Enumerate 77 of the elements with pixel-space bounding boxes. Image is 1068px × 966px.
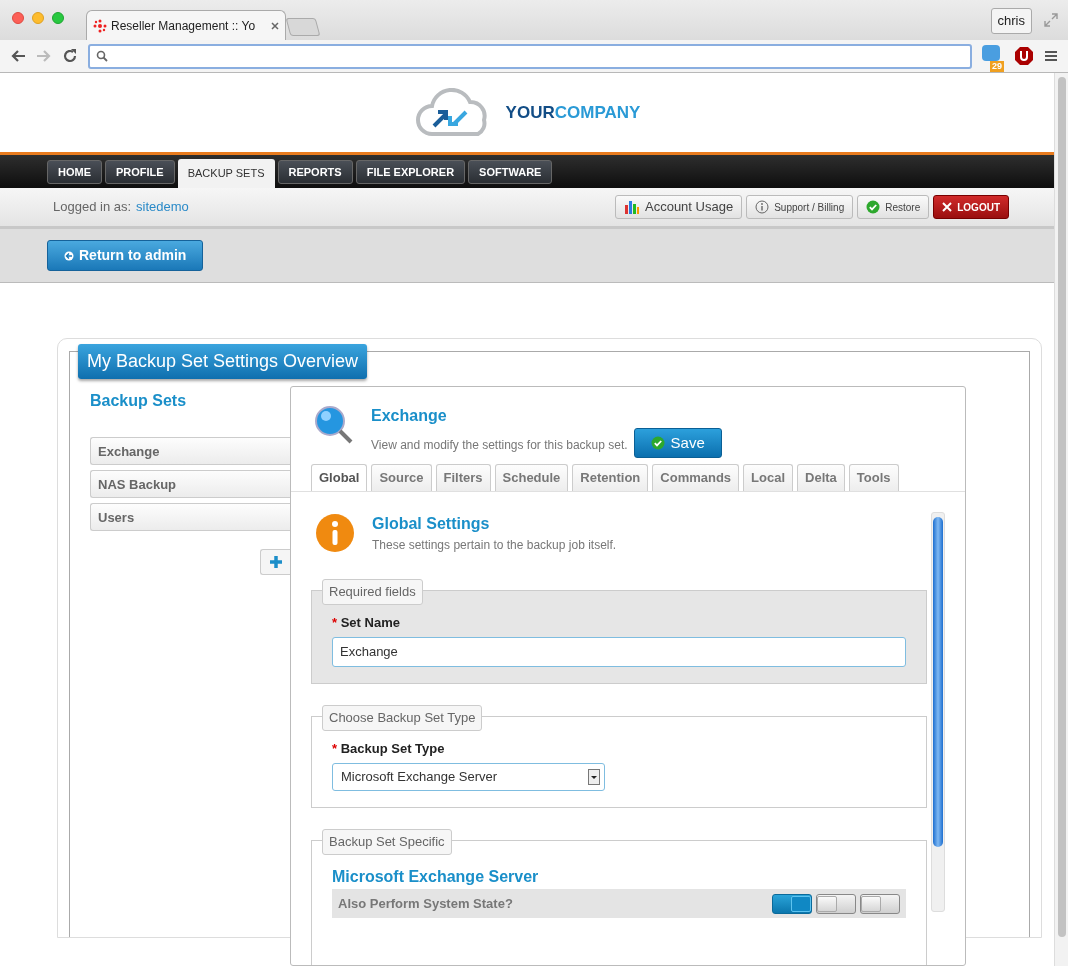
info-icon	[314, 512, 356, 554]
settings-tab[interactable]: Schedule	[494, 464, 569, 491]
magnifier-icon	[313, 404, 355, 446]
dots-logo-icon	[93, 18, 107, 33]
close-window-button[interactable]	[12, 12, 24, 24]
fieldset-legend: Backup Set Specific	[322, 829, 452, 855]
backup-set-item[interactable]: Users	[90, 503, 290, 531]
toolbar-button[interactable]: LOGOUT	[933, 195, 1009, 219]
settings-tab[interactable]: Tools	[848, 464, 899, 491]
fullscreen-icon[interactable]	[1044, 13, 1058, 27]
nav-tab[interactable]: SOFTWARE	[468, 160, 553, 184]
fieldset-legend: Choose Backup Set Type	[322, 705, 483, 731]
backup-sets-heading: Backup Sets	[90, 391, 188, 411]
field-label: * Set Name	[332, 614, 401, 632]
logged-in-label: Logged in as:	[53, 198, 132, 217]
toggle-switch[interactable]	[860, 893, 900, 914]
minimize-window-button[interactable]	[32, 12, 44, 24]
tab-title: Reseller Management :: Yo	[111, 17, 257, 35]
settings-tab[interactable]: Local	[743, 464, 794, 491]
settings-tab[interactable]: Commands	[652, 464, 740, 491]
toggle-switch[interactable]	[816, 893, 856, 914]
toolbar-button[interactable]: Restore	[857, 195, 930, 219]
settings-tab[interactable]: Source	[371, 464, 432, 491]
company-logo-text: YOURCOMPANY	[505, 101, 641, 124]
toolbar-button[interactable]: Support / Billing	[746, 195, 854, 219]
nav-tab[interactable]: PROFILE	[105, 160, 175, 184]
backup-type-dropdown[interactable]: Microsoft Exchange Server	[332, 762, 605, 791]
nav-tab[interactable]: FILE EXPLORER	[355, 160, 466, 184]
panel-title: Exchange	[371, 406, 448, 426]
maximize-window-button[interactable]	[52, 12, 64, 24]
bar-chart-icon	[624, 199, 640, 215]
nav-tab[interactable]: BACKUP SETS	[177, 159, 275, 188]
reload-icon[interactable]	[62, 48, 78, 64]
menu-icon[interactable]	[1044, 49, 1058, 63]
back-icon[interactable]	[10, 49, 26, 63]
close-icon	[942, 202, 953, 212]
check-icon	[650, 436, 665, 450]
page-scrollbar[interactable]	[1054, 73, 1068, 966]
scrollbar-track[interactable]	[931, 512, 945, 912]
settings-tab[interactable]: Global	[311, 464, 368, 491]
scrollbar-thumb[interactable]	[933, 517, 943, 847]
address-bar[interactable]	[88, 43, 972, 69]
profile-button[interactable]: chris	[990, 8, 1032, 34]
overview-title: My Backup Set Settings Overview	[78, 344, 368, 379]
settings-tab[interactable]: Retention	[572, 464, 649, 491]
back-arrow-icon	[64, 250, 74, 261]
section-title: Global Settings	[372, 514, 491, 534]
plus-icon	[268, 555, 283, 569]
page-scrollbar-thumb[interactable]	[1057, 77, 1066, 937]
settings-tab[interactable]: Delta	[797, 464, 845, 491]
extension-icon[interactable]	[982, 45, 1000, 61]
toggle-switch[interactable]	[772, 893, 812, 914]
browser-tab[interactable]: Reseller Management :: Yo	[86, 10, 286, 40]
option-label: Also Perform System State?	[338, 894, 514, 913]
dropdown-caret-icon	[588, 768, 600, 785]
fieldset-legend: Required fields	[322, 579, 423, 605]
search-icon	[96, 50, 108, 62]
info-icon	[755, 200, 770, 214]
return-to-admin-button[interactable]: Return to admin	[47, 240, 204, 271]
backup-set-item[interactable]: Exchange	[90, 437, 290, 465]
check-icon	[866, 200, 881, 214]
toolbar-button[interactable]: Account Usage	[615, 195, 743, 219]
settings-tab[interactable]: Filters	[435, 464, 491, 491]
extension-badge: 29	[990, 61, 1004, 72]
panel-description: View and modify the settings for this backup set.	[371, 437, 628, 454]
nav-tab[interactable]: REPORTS	[277, 160, 353, 184]
new-tab-button[interactable]	[285, 18, 321, 36]
forward-icon[interactable]	[36, 49, 52, 63]
field-label: * Backup Set Type	[332, 740, 446, 758]
save-button[interactable]: Save	[633, 428, 722, 458]
specific-title: Microsoft Exchange Server	[332, 867, 540, 887]
nav-tab[interactable]: HOME	[47, 160, 102, 184]
close-tab-icon[interactable]	[271, 21, 279, 30]
section-description: These settings pertain to the backup job itself.	[372, 537, 617, 554]
set-name-field[interactable]: Exchange	[332, 636, 906, 667]
add-button[interactable]	[260, 549, 290, 575]
backup-set-item[interactable]: NAS Backup	[90, 470, 290, 498]
